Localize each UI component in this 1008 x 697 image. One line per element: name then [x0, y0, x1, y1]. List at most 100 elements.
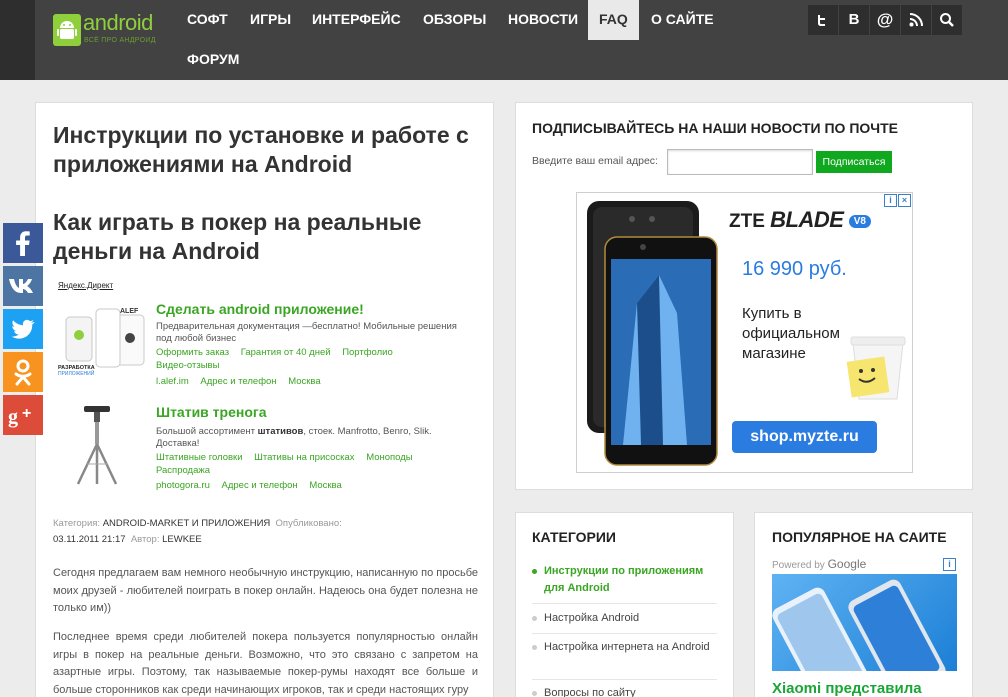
- ad-info-icon[interactable]: i: [884, 194, 897, 207]
- categories-title: КАТЕГОРИИ: [532, 529, 616, 545]
- article-paragraph: Сегодня предлагаем вам немного необычную…: [53, 567, 478, 614]
- ad-links-row: l.alef.im Адрес и телефон Москва: [156, 375, 476, 388]
- ad-links-row: photogora.ru Адрес и телефон Москва: [156, 479, 476, 492]
- vk-icon[interactable]: [3, 266, 43, 306]
- nav-item-about[interactable]: О САЙТЕ: [640, 0, 725, 40]
- email-icon[interactable]: @: [870, 5, 900, 35]
- subscribe-button[interactable]: Подписаться: [816, 151, 892, 173]
- ad-description: Предварительная документация —бесплатно!…: [156, 321, 457, 344]
- article-panel: Инструкции по установке и работе с прило…: [35, 102, 494, 697]
- ad-link[interactable]: Москва: [288, 376, 320, 387]
- ad-title[interactable]: Штатив тренога: [156, 404, 267, 420]
- ad-link[interactable]: Москва: [309, 480, 341, 491]
- ad-link[interactable]: Штативы на присосках: [254, 452, 354, 463]
- ad-link[interactable]: Видео-отзывы: [156, 360, 219, 371]
- ad-link[interactable]: Распродажа: [156, 465, 210, 476]
- subscribe-widget: ПОДПИСЫВАЙТЕСЬ НА НАШИ НОВОСТИ ПО ПОЧТЕ …: [515, 102, 973, 490]
- nav-item-news[interactable]: НОВОСТИ: [497, 0, 589, 40]
- divider: [532, 633, 717, 634]
- logo-text: android: [83, 10, 153, 35]
- phones-image: [772, 579, 946, 671]
- subscribe-title: ПОДПИСЫВАЙТЕСЬ НА НАШИ НОВОСТИ ПО ПОЧТЕ: [532, 120, 899, 136]
- nav-item-games[interactable]: ИГРЫ: [239, 0, 302, 40]
- site-logo[interactable]: android ВСЁ ПРО АНДРОИД: [53, 10, 163, 50]
- bullet-icon: [532, 691, 537, 696]
- ad-info-icon[interactable]: i: [943, 558, 956, 571]
- ad-price: 16 990 руб.: [742, 258, 847, 280]
- nav-item-faq[interactable]: FAQ: [588, 0, 639, 40]
- popular-item-image[interactable]: [772, 574, 957, 671]
- ad-link[interactable]: Штативные головки: [156, 452, 243, 463]
- ad-link[interactable]: photogora.ru: [156, 480, 210, 491]
- logo-tagline: ВСЁ ПРО АНДРОИД: [84, 37, 156, 44]
- header-bar: android ВСЁ ПРО АНДРОИД СОФТ ИГРЫ ИНТЕРФ…: [35, 0, 1008, 80]
- ad-thumbnail-phone: ALEF РАЗРАБОТКА ПРИЛОЖЕНИЙ: [56, 301, 148, 383]
- ad-title[interactable]: Сделать android приложение!: [156, 301, 364, 317]
- popular-item-title[interactable]: Xiaomi представила: [772, 680, 922, 697]
- svg-text:+: +: [22, 405, 31, 422]
- powered-by: Powered by Google: [772, 557, 867, 571]
- google-plus-icon[interactable]: g +: [3, 395, 43, 435]
- ad-link[interactable]: l.alef.im: [156, 376, 189, 387]
- ad-links-row: Оформить заказ Гарантия от 40 дней Портф…: [156, 346, 476, 359]
- ad-links-row: Видео-отзывы: [156, 359, 476, 372]
- yandex-direct-link[interactable]: Яндекс.Директ: [58, 281, 113, 290]
- ad-link[interactable]: Адрес и телефон: [222, 480, 298, 491]
- article-title: Как играть в покер на реальные деньги на…: [53, 209, 422, 264]
- categories-widget: КАТЕГОРИИ Инструкции по приложениям для …: [515, 512, 734, 697]
- svg-text:ПРИЛОЖЕНИЙ: ПРИЛОЖЕНИЙ: [58, 369, 95, 377]
- vk-icon[interactable]: В: [839, 5, 869, 35]
- ad-text: Купить в официальном магазине: [742, 305, 840, 362]
- category-item[interactable]: Инструкции по приложениям для Android: [532, 563, 717, 597]
- email-field[interactable]: [667, 149, 813, 175]
- nav-item-interface[interactable]: ИНТЕРФЕЙС: [301, 0, 412, 40]
- email-label: Введите ваш email адрес:: [532, 155, 658, 167]
- rss-icon[interactable]: [901, 5, 931, 35]
- ad-url-button[interactable]: shop.myzte.ru: [732, 421, 877, 453]
- odnoklassniki-icon[interactable]: [3, 352, 43, 392]
- ad-model: BLADE: [770, 207, 844, 232]
- bullet-icon: [532, 569, 537, 574]
- ad-brand: ZTE: [729, 211, 765, 232]
- ad-link[interactable]: Оформить заказ: [156, 347, 229, 358]
- article-paragraph: Последнее время среди любителей покера п…: [53, 631, 478, 696]
- ad-link[interactable]: Моноподы: [366, 452, 412, 463]
- ad-link[interactable]: Портфолио: [342, 347, 393, 358]
- main-nav: СОФТ ИГРЫ ИНТЕРФЕЙС ОБЗОРЫ НОВОСТИ FAQ О…: [176, 0, 796, 80]
- ad-photogora: Штатив тренога Большой ассортимент штати…: [56, 404, 476, 494]
- divider: [532, 679, 717, 680]
- popular-widget: ПОПУЛЯРНОЕ НА САИТЕ Powered by Google i …: [754, 512, 973, 697]
- ad-links-row: Штативные головки Штативы на присосках М…: [156, 451, 476, 464]
- twitter-icon[interactable]: [3, 309, 43, 349]
- coffee-cup-icon: [846, 336, 906, 400]
- svg-text:ALEF: ALEF: [120, 308, 139, 315]
- svg-text:g: g: [8, 406, 18, 428]
- facebook-icon[interactable]: [3, 223, 43, 263]
- nav-item-soft[interactable]: СОФТ: [176, 0, 239, 40]
- ad-close-icon[interactable]: ×: [898, 194, 911, 207]
- ad-alef: ALEF РАЗРАБОТКА ПРИЛОЖЕНИЙ Сделать andro…: [56, 301, 476, 391]
- category-item[interactable]: Настройка интернета на Android: [532, 639, 717, 656]
- popular-title: ПОПУЛЯРНОЕ НА САИТЕ: [772, 529, 947, 545]
- ad-model-tag: V8: [848, 215, 871, 229]
- nav-item-reviews[interactable]: ОБЗОРЫ: [412, 0, 497, 40]
- site-header: android ВСЁ ПРО АНДРОИД СОФТ ИГРЫ ИНТЕРФ…: [0, 0, 1008, 80]
- category-link[interactable]: ANDROID-MARKET И ПРИЛОЖЕНИЯ: [103, 518, 271, 529]
- search-icon[interactable]: [932, 5, 962, 35]
- ad-description: Большой ассортимент штативов, стоек. Man…: [156, 426, 432, 449]
- twitter-icon[interactable]: [808, 5, 838, 35]
- category-heading: Инструкции по установке и работе с прило…: [53, 122, 469, 177]
- publish-date: 03.11.2011 21:17: [53, 534, 126, 545]
- author-link[interactable]: LEWKEE: [162, 534, 202, 545]
- google-logo: Google: [827, 557, 867, 571]
- zte-ad-banner[interactable]: ZTE BLADE V8 16 990 руб. Купить в официа…: [576, 192, 913, 473]
- ad-link[interactable]: Адрес и телефон: [200, 376, 276, 387]
- bullet-icon: [532, 645, 537, 650]
- bullet-icon: [532, 616, 537, 621]
- ad-thumbnail-tripod: [56, 404, 148, 486]
- ad-links-row: Распродажа: [156, 464, 476, 477]
- nav-item-forum[interactable]: ФОРУМ: [176, 40, 250, 80]
- category-item[interactable]: Вопросы по сайту: [532, 685, 717, 697]
- category-item[interactable]: Настройка Android: [532, 610, 717, 627]
- ad-link[interactable]: Гарантия от 40 дней: [241, 347, 331, 358]
